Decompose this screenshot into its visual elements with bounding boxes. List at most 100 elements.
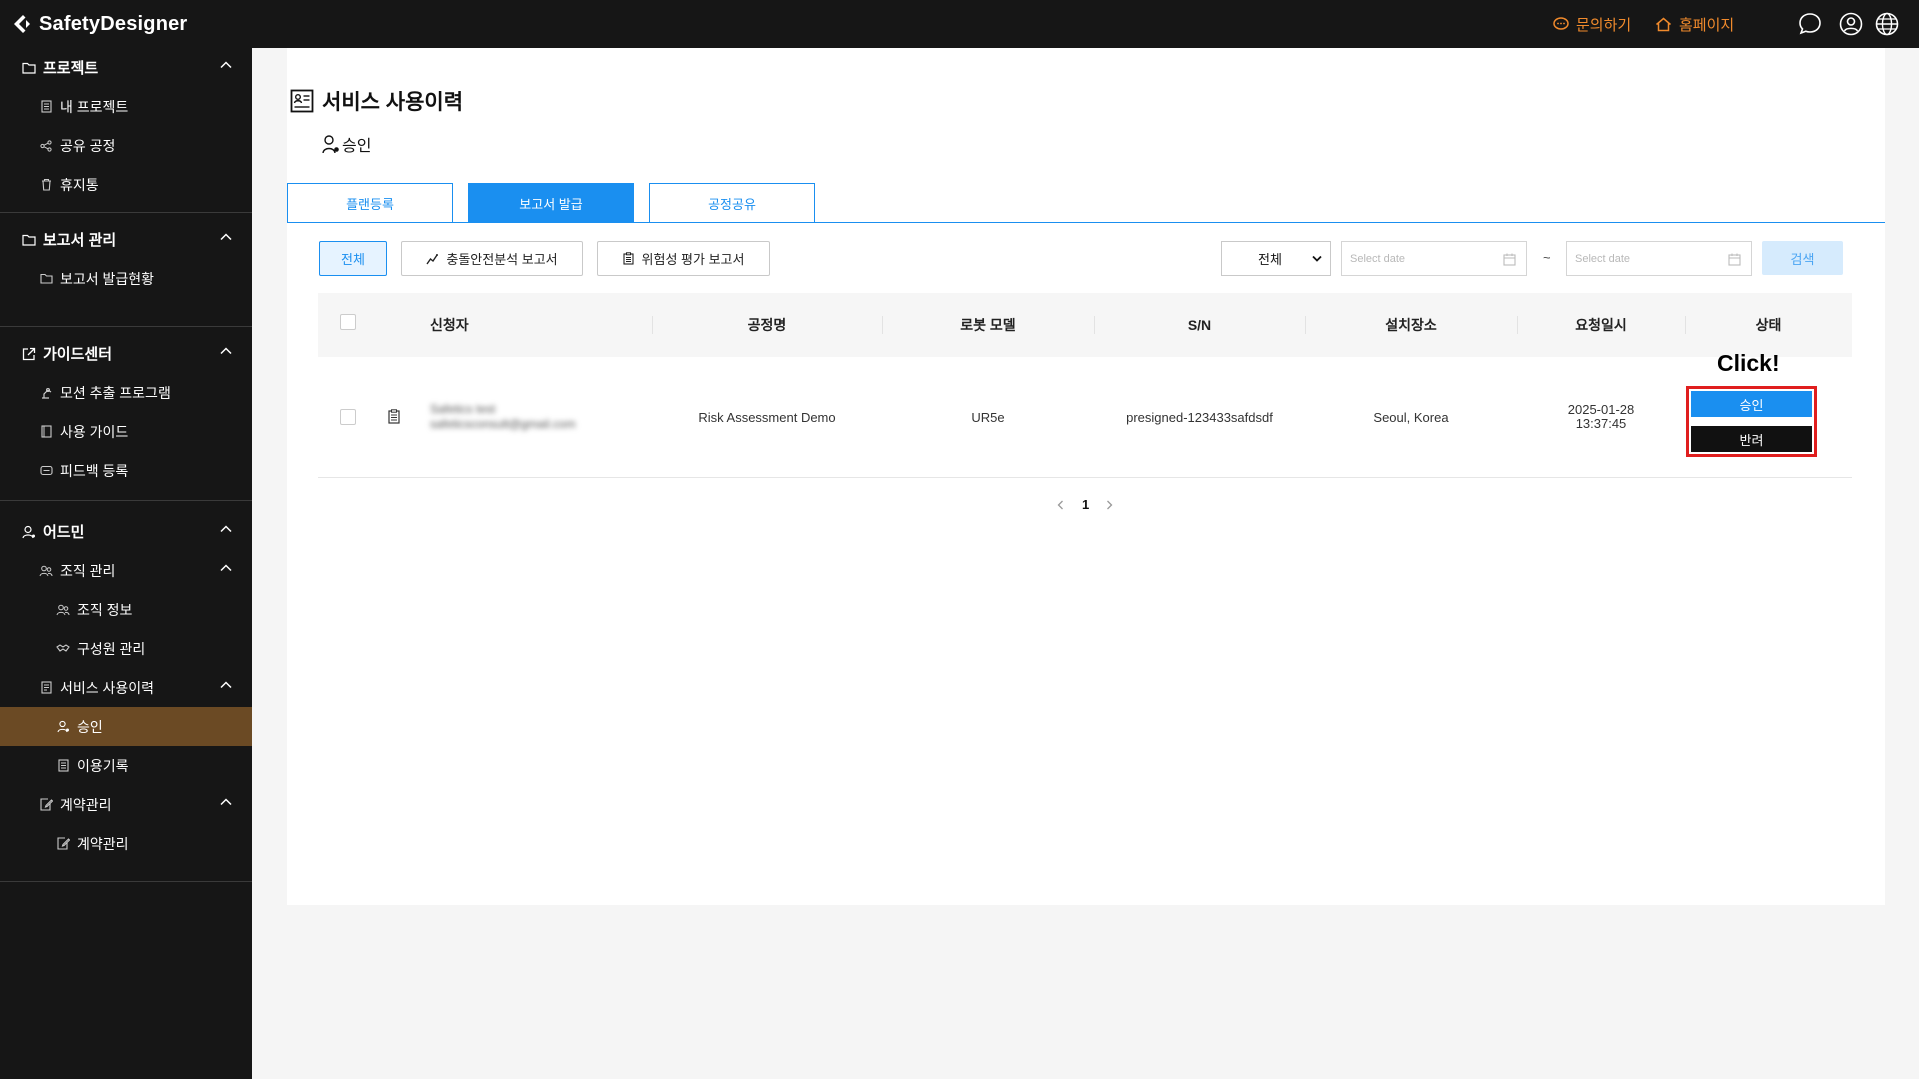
- chat-icon[interactable]: [1797, 11, 1823, 37]
- sidebar-label-motion-extraction: 모션 추출 프로그램: [60, 384, 171, 401]
- header-applicant: 신청자: [430, 317, 469, 333]
- date-range-separator: ~: [1543, 250, 1551, 265]
- folder-icon: [39, 272, 53, 286]
- sn-cell: presigned-123433safdsdf: [1126, 409, 1273, 425]
- chevron-up-icon[interactable]: [220, 564, 232, 572]
- sidebar-item-member-management[interactable]: 구성원 관리: [0, 629, 252, 668]
- type-select[interactable]: 전체: [1221, 241, 1331, 276]
- chevron-up-icon[interactable]: [220, 61, 232, 69]
- sidebar-item-shared-process[interactable]: 공유 공정: [0, 126, 252, 165]
- edit-document-icon: [56, 837, 70, 851]
- sidebar-group-project: 프로젝트 내 프로젝트 공유 공정 휴지통: [0, 48, 252, 213]
- sidebar-item-guide-center[interactable]: 가이드센터: [0, 334, 252, 373]
- document-icon: [39, 100, 53, 114]
- external-link-icon: [22, 347, 36, 361]
- sidebar-item-project[interactable]: 프로젝트: [0, 48, 252, 87]
- trend-icon: [426, 253, 439, 264]
- folder-icon: [22, 233, 36, 247]
- top-bar: SafetyDesigner 문의하기 홈페이지: [0, 0, 1919, 48]
- filter-risk-report-button[interactable]: 위험성 평가 보고서: [597, 241, 770, 276]
- sidebar-label-project: 프로젝트: [43, 60, 99, 77]
- chevron-down-icon: [1312, 255, 1322, 262]
- app-logo[interactable]: SafetyDesigner: [12, 9, 187, 39]
- sidebar-item-approval[interactable]: 승인: [0, 707, 252, 746]
- sidebar-label-feedback: 피드백 등록: [60, 462, 129, 479]
- tab-divider: [287, 222, 1885, 223]
- select-all-checkbox[interactable]: [340, 314, 356, 330]
- robot-arm-icon: [39, 386, 53, 400]
- tab-report-issuance[interactable]: 보고서 발급: [468, 183, 634, 223]
- inquiry-link[interactable]: 문의하기: [1553, 13, 1631, 35]
- chevron-up-icon[interactable]: [220, 347, 232, 355]
- header-request-date: 요청일시: [1575, 317, 1627, 333]
- sidebar-label-org-info: 조직 정보: [77, 601, 133, 618]
- end-date-input[interactable]: Select date: [1566, 241, 1752, 276]
- sub-title: 승인: [322, 132, 371, 156]
- sidebar-item-org-info[interactable]: 조직 정보: [0, 590, 252, 629]
- report-icon: [290, 89, 314, 113]
- start-date-placeholder: Select date: [1350, 252, 1406, 265]
- logo-icon: [14, 15, 30, 33]
- sidebar-item-my-projects[interactable]: 내 프로젝트: [0, 87, 252, 126]
- request-time: 13:37:45: [1575, 416, 1627, 431]
- share-icon: [39, 139, 53, 153]
- chevron-up-icon[interactable]: [220, 525, 232, 533]
- header-process: 공정명: [747, 317, 787, 333]
- filter-risk-report-label: 위험성 평가 보고서: [641, 252, 745, 267]
- applicant-email: safeticsconsult@gmail.com: [430, 417, 576, 431]
- sidebar-item-user-guide[interactable]: 사용 가이드: [0, 412, 252, 451]
- sidebar-item-service-history[interactable]: 서비스 사용이력: [0, 668, 252, 707]
- sidebar-item-contract[interactable]: 계약관리: [0, 824, 252, 863]
- type-select-value: 전체: [1258, 252, 1282, 267]
- sidebar-item-org-management[interactable]: 조직 관리: [0, 551, 252, 590]
- document-icon: [56, 759, 70, 773]
- chevron-up-icon[interactable]: [220, 681, 232, 689]
- tab-process-sharing[interactable]: 공정공유: [649, 183, 815, 223]
- sidebar-item-feedback[interactable]: 피드백 등록: [0, 451, 252, 490]
- handshake-icon: [56, 642, 70, 656]
- sidebar-label-contract: 계약관리: [77, 835, 129, 852]
- sidebar-item-report-management[interactable]: 보고서 관리: [0, 220, 252, 259]
- admin-user-icon: [22, 525, 36, 539]
- sidebar-label-trash: 휴지통: [60, 176, 99, 193]
- document-icon[interactable]: [388, 409, 400, 424]
- filter-all-button[interactable]: 전체: [319, 241, 387, 276]
- table-row: Safetics test safeticsconsult@gmail.com …: [318, 357, 1852, 478]
- header-robot-model: 로봇 모델: [960, 317, 1016, 333]
- sidebar-item-motion-extraction[interactable]: 모션 추출 프로그램: [0, 373, 252, 412]
- sidebar-item-report-status[interactable]: 보고서 발급현황: [0, 259, 252, 298]
- filter-collision-report-label: 충돌안전분석 보고서: [446, 252, 558, 267]
- approve-button[interactable]: 승인: [1691, 391, 1812, 417]
- group-icon: [39, 564, 53, 578]
- chevron-left-icon[interactable]: [1057, 500, 1064, 510]
- reject-button[interactable]: 반려: [1691, 426, 1812, 452]
- sidebar-group-admin: 어드민 조직 관리 조직 정보 구성원 관리 서비스 사용이력 승인 이용기록: [0, 501, 252, 882]
- row-checkbox[interactable]: [340, 409, 356, 425]
- chevron-up-icon[interactable]: [220, 798, 232, 806]
- page-number[interactable]: 1: [1082, 497, 1089, 512]
- chevron-right-icon[interactable]: [1106, 500, 1113, 510]
- sidebar: 프로젝트 내 프로젝트 공유 공정 휴지통 보고서 관리 보고서 발급현황 가이…: [0, 48, 252, 1079]
- user-icon[interactable]: [1838, 11, 1864, 37]
- filter-collision-report-button[interactable]: 충돌안전분석 보고서: [401, 241, 583, 276]
- start-date-input[interactable]: Select date: [1341, 241, 1527, 276]
- robot-model-cell: UR5e: [971, 409, 1005, 425]
- homepage-link[interactable]: 홈페이지: [1655, 13, 1734, 35]
- chevron-up-icon[interactable]: [220, 233, 232, 241]
- click-annotation: Click!: [1717, 350, 1780, 376]
- calendar-icon: [1728, 253, 1741, 266]
- chat-bubble-icon: [1553, 17, 1569, 30]
- sidebar-item-contract-management[interactable]: 계약관리: [0, 785, 252, 824]
- sidebar-label-usage-records: 이용기록: [77, 757, 129, 774]
- user-check-icon: [322, 135, 339, 154]
- tab-plan-registration[interactable]: 플랜등록: [287, 183, 453, 223]
- globe-icon[interactable]: [1874, 11, 1900, 37]
- search-button[interactable]: 검색: [1762, 241, 1843, 275]
- sidebar-item-admin[interactable]: 어드민: [0, 512, 252, 551]
- applicant-name: Safetics test: [430, 402, 496, 416]
- sidebar-label-shared-process: 공유 공정: [60, 137, 116, 154]
- process-cell: Risk Assessment Demo: [698, 409, 836, 425]
- sidebar-label-service-history: 서비스 사용이력: [60, 679, 155, 696]
- sidebar-item-usage-records[interactable]: 이용기록: [0, 746, 252, 785]
- sidebar-item-trash[interactable]: 휴지통: [0, 165, 252, 204]
